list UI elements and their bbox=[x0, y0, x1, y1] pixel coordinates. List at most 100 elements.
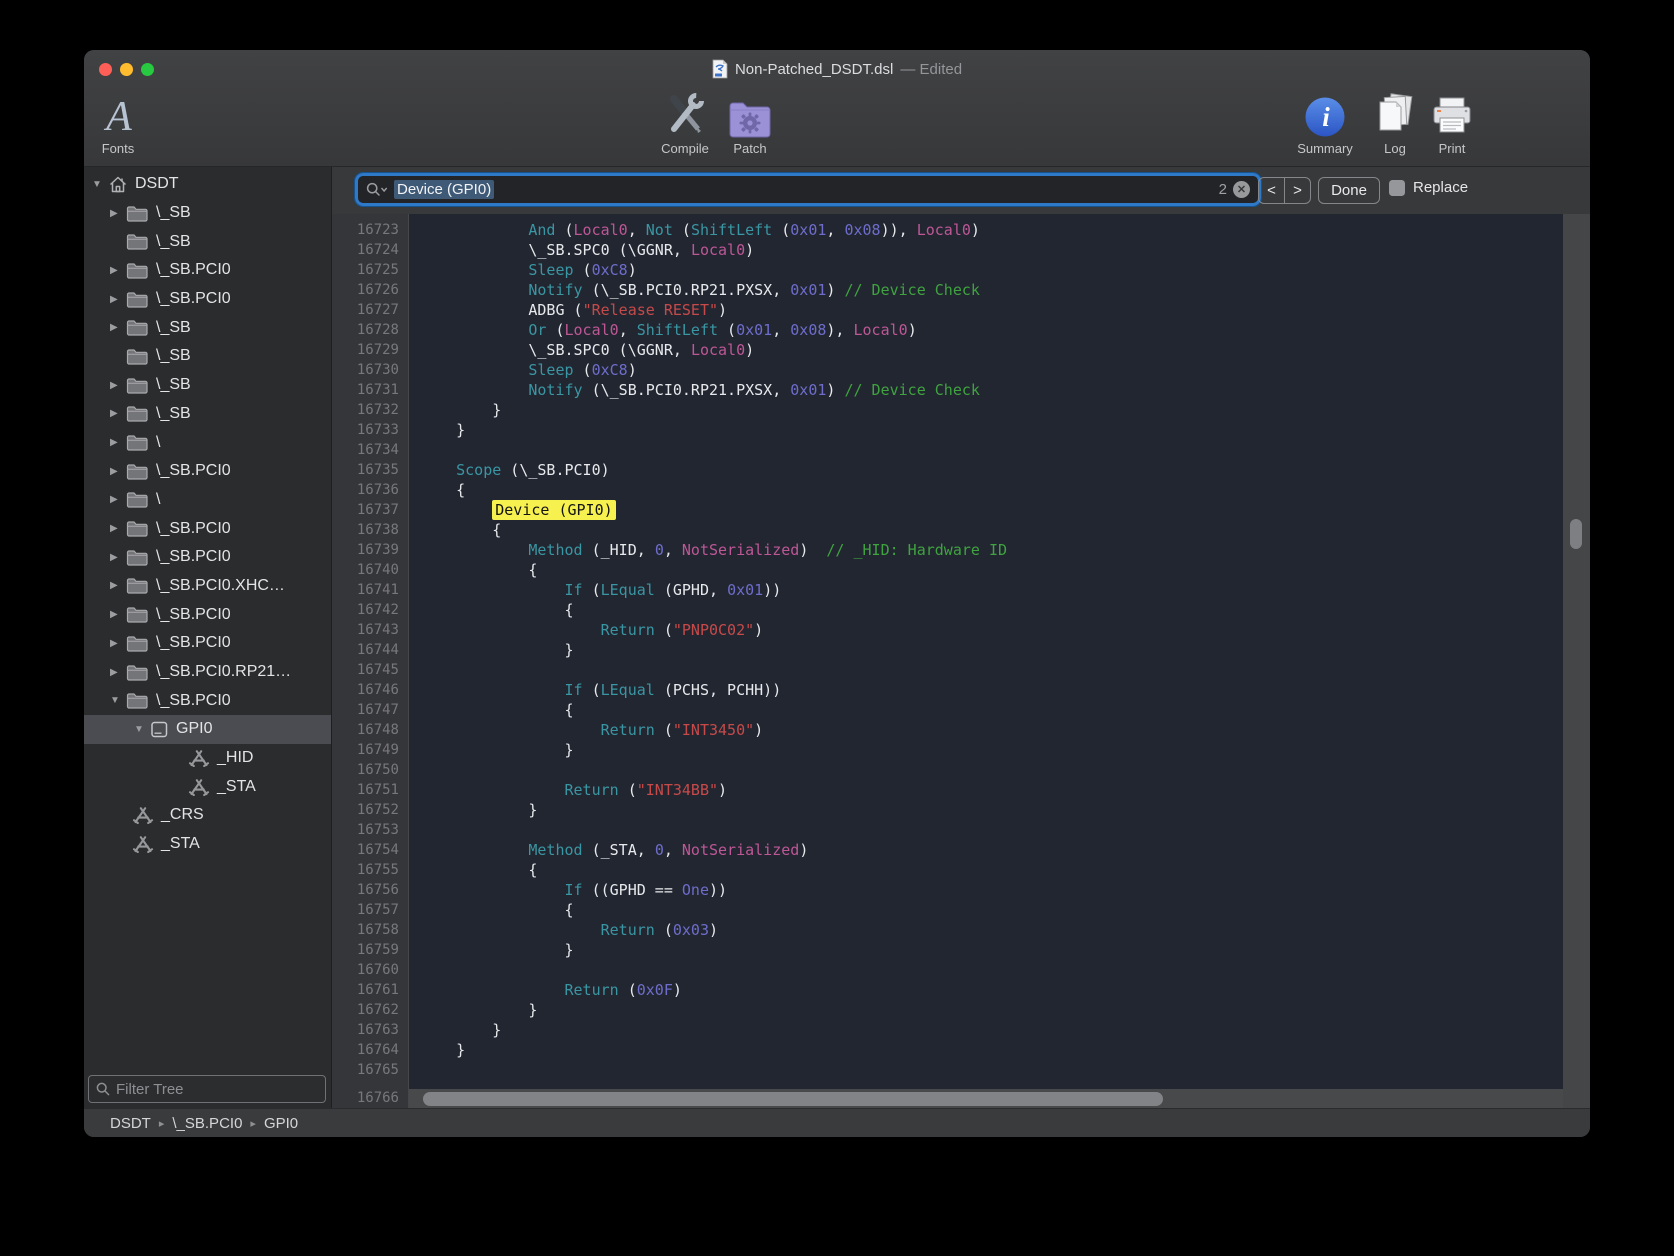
code-line[interactable]: \_SB.SPC0 (\GGNR, Local0) bbox=[409, 340, 1563, 360]
code-line[interactable]: Method (_HID, 0, NotSerialized) // _HID:… bbox=[409, 540, 1563, 560]
code-line[interactable]: Return ("INT34BB") bbox=[409, 780, 1563, 800]
disclosure-triangle-icon[interactable]: ▶ bbox=[110, 466, 126, 477]
code-line[interactable] bbox=[409, 1060, 1563, 1080]
tree-item-gpi0[interactable]: ▼GPI0 bbox=[84, 715, 331, 744]
disclosure-triangle-icon[interactable]: ▶ bbox=[110, 494, 126, 505]
code-line[interactable]: } bbox=[409, 940, 1563, 960]
tree-item-sb-pci0-xhc[interactable]: ▶\_SB.PCI0.XHC… bbox=[84, 572, 331, 601]
disclosure-triangle-icon[interactable]: ▶ bbox=[110, 580, 126, 591]
tree-item-sb[interactable]: ▶\_SB bbox=[84, 313, 331, 342]
code-line[interactable]: Return (0x0F) bbox=[409, 980, 1563, 1000]
search-input[interactable]: Device (GPI0) 2 ✕ bbox=[355, 173, 1261, 206]
disclosure-triangle-icon[interactable]: ▶ bbox=[110, 322, 126, 333]
breadcrumb-item[interactable]: DSDT bbox=[110, 1115, 151, 1132]
code-line[interactable]: { bbox=[409, 700, 1563, 720]
code-line[interactable]: { bbox=[409, 560, 1563, 580]
code-line[interactable] bbox=[409, 440, 1563, 460]
toolbar-patch-button[interactable]: Patch bbox=[710, 90, 790, 156]
disclosure-triangle-icon[interactable]: ▶ bbox=[110, 294, 126, 305]
code-line[interactable]: Device (GPI0) bbox=[409, 500, 1563, 520]
tree-item-sb-pci0[interactable]: ▶\_SB.PCI0 bbox=[84, 457, 331, 486]
toolbar-print-button[interactable]: Print bbox=[1412, 90, 1492, 156]
tree-item-sb-pci0[interactable]: ▶\_SB.PCI0 bbox=[84, 543, 331, 572]
tree-item-sb-pci0[interactable]: ▼\_SB.PCI0 bbox=[84, 686, 331, 715]
tree-item-sb[interactable]: ▶\_SB bbox=[84, 400, 331, 429]
breadcrumb-item[interactable]: \_SB.PCI0 bbox=[172, 1115, 242, 1132]
code-line[interactable]: Scope (\_SB.PCI0) bbox=[409, 460, 1563, 480]
breadcrumb-item[interactable]: GPI0 bbox=[264, 1115, 298, 1132]
code-line[interactable]: And (Local0, Not (ShiftLeft (0x01, 0x08)… bbox=[409, 220, 1563, 240]
disclosure-triangle-icon[interactable]: ▶ bbox=[110, 208, 126, 219]
code-line[interactable]: { bbox=[409, 480, 1563, 500]
next-match-button[interactable]: > bbox=[1285, 178, 1310, 203]
code-line[interactable]: ADBG ("Release RESET") bbox=[409, 300, 1563, 320]
previous-match-button[interactable]: < bbox=[1259, 178, 1285, 203]
code-line[interactable]: } bbox=[409, 740, 1563, 760]
tree-item-sb[interactable]: \_SB bbox=[84, 227, 331, 256]
search-icon[interactable] bbox=[366, 182, 388, 197]
tree-item-[interactable]: ▶\ bbox=[84, 428, 331, 457]
code-line[interactable]: } bbox=[409, 1020, 1563, 1040]
code-editor[interactable]: 1672316724167251672616727167281672916730… bbox=[332, 214, 1563, 1108]
code-line[interactable]: If ((GPHD == One)) bbox=[409, 880, 1563, 900]
code-line[interactable]: Notify (\_SB.PCI0.RP21.PXSX, 0x01) // De… bbox=[409, 380, 1563, 400]
code-line[interactable]: } bbox=[409, 1040, 1563, 1060]
code-line[interactable]: If (LEqual (GPHD, 0x01)) bbox=[409, 580, 1563, 600]
code-line[interactable] bbox=[409, 960, 1563, 980]
disclosure-triangle-icon[interactable]: ▶ bbox=[110, 609, 126, 620]
code-line[interactable]: } bbox=[409, 1000, 1563, 1020]
filter-tree-input[interactable]: Filter Tree bbox=[88, 1075, 326, 1103]
disclosure-triangle-icon[interactable]: ▼ bbox=[134, 724, 150, 735]
code-line[interactable]: { bbox=[409, 600, 1563, 620]
disclosure-triangle-icon[interactable]: ▶ bbox=[110, 265, 126, 276]
tree-item-[interactable]: ▶\ bbox=[84, 486, 331, 515]
titlebar[interactable]: Non-Patched_DSDT.dsl — Edited bbox=[84, 50, 1590, 88]
code-line[interactable] bbox=[409, 820, 1563, 840]
disclosure-triangle-icon[interactable]: ▶ bbox=[110, 523, 126, 534]
horizontal-scrollbar[interactable] bbox=[409, 1089, 1563, 1108]
vertical-scrollbar[interactable] bbox=[1563, 214, 1590, 1108]
code-line[interactable]: { bbox=[409, 900, 1563, 920]
code-area[interactable]: And (Local0, Not (ShiftLeft (0x01, 0x08)… bbox=[409, 214, 1563, 1108]
code-line[interactable]: Method (_STA, 0, NotSerialized) bbox=[409, 840, 1563, 860]
code-line[interactable]: Sleep (0xC8) bbox=[409, 260, 1563, 280]
tree-item-crs[interactable]: _CRS bbox=[84, 801, 331, 830]
code-line[interactable] bbox=[409, 760, 1563, 780]
disclosure-triangle-icon[interactable]: ▶ bbox=[110, 667, 126, 678]
code-line[interactable]: Return ("PNP0C02") bbox=[409, 620, 1563, 640]
replace-checkbox[interactable] bbox=[1389, 180, 1405, 196]
disclosure-triangle-icon[interactable]: ▼ bbox=[92, 179, 108, 190]
toolbar-summary-button[interactable]: i Summary bbox=[1285, 90, 1365, 156]
code-line[interactable]: { bbox=[409, 520, 1563, 540]
tree-item-sb-pci0[interactable]: ▶\_SB.PCI0 bbox=[84, 600, 331, 629]
code-line[interactable]: } bbox=[409, 800, 1563, 820]
tree-item-sb-pci0[interactable]: ▶\_SB.PCI0 bbox=[84, 629, 331, 658]
code-line[interactable]: { bbox=[409, 860, 1563, 880]
code-line[interactable]: \_SB.SPC0 (\GGNR, Local0) bbox=[409, 240, 1563, 260]
clear-search-icon[interactable]: ✕ bbox=[1233, 181, 1250, 198]
tree-item-sta[interactable]: _STA bbox=[84, 772, 331, 801]
tree-item-hid[interactable]: _HID bbox=[84, 744, 331, 773]
disclosure-triangle-icon[interactable]: ▶ bbox=[110, 437, 126, 448]
disclosure-triangle-icon[interactable]: ▶ bbox=[110, 380, 126, 391]
code-line[interactable]: } bbox=[409, 420, 1563, 440]
code-line[interactable]: } bbox=[409, 400, 1563, 420]
disclosure-triangle-icon[interactable]: ▼ bbox=[110, 695, 126, 706]
code-line[interactable]: Return (0x03) bbox=[409, 920, 1563, 940]
code-line[interactable]: Return ("INT3450") bbox=[409, 720, 1563, 740]
code-line[interactable]: Notify (\_SB.PCI0.RP21.PXSX, 0x01) // De… bbox=[409, 280, 1563, 300]
disclosure-triangle-icon[interactable]: ▶ bbox=[110, 552, 126, 563]
tree-item-sb-pci0[interactable]: ▶\_SB.PCI0 bbox=[84, 514, 331, 543]
disclosure-triangle-icon[interactable]: ▶ bbox=[110, 638, 126, 649]
disclosure-triangle-icon[interactable]: ▶ bbox=[110, 408, 126, 419]
tree-item-sta[interactable]: _STA bbox=[84, 830, 331, 859]
tree-item-sb-pci0[interactable]: ▶\_SB.PCI0 bbox=[84, 256, 331, 285]
done-button[interactable]: Done bbox=[1318, 177, 1380, 204]
tree-item-sb[interactable]: ▶\_SB bbox=[84, 199, 331, 228]
toolbar-fonts-button[interactable]: A Fonts bbox=[84, 90, 158, 156]
tree-item-dsdt[interactable]: ▼DSDT bbox=[84, 170, 331, 199]
tree-item-sb-pci0-rp21[interactable]: ▶\_SB.PCI0.RP21… bbox=[84, 658, 331, 687]
vertical-scrollbar-thumb[interactable] bbox=[1570, 519, 1582, 549]
code-line[interactable]: Or (Local0, ShiftLeft (0x01, 0x08), Loca… bbox=[409, 320, 1563, 340]
code-line[interactable]: Sleep (0xC8) bbox=[409, 360, 1563, 380]
